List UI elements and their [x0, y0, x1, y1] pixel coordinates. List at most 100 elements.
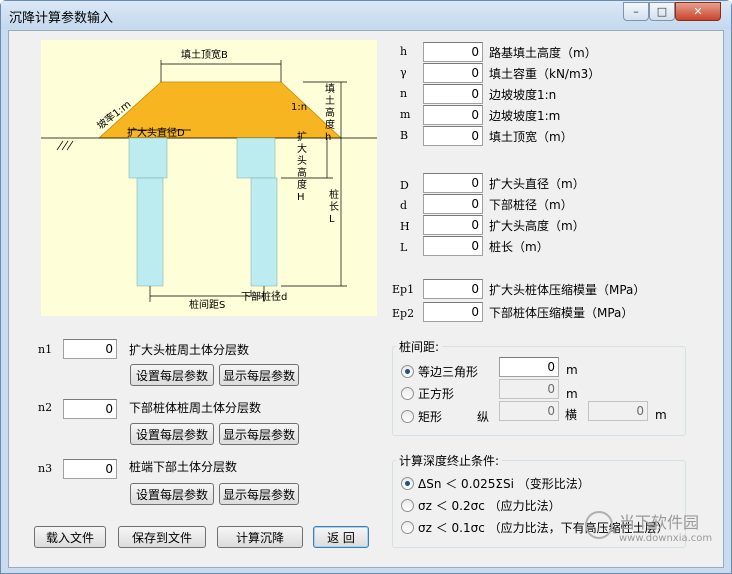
termination-deformation-label[interactable]: ΔSn ＜ 0.025ΣSi （变形比法）: [418, 475, 590, 492]
param-H-input[interactable]: 0: [423, 215, 483, 235]
minimize-button[interactable]: –: [623, 2, 649, 21]
termination-stress-02-label[interactable]: σz ＜ 0.2σc （应力比法）: [418, 497, 561, 514]
layer-n1-symbol: n1: [38, 343, 53, 356]
param-ep2-label: 下部桩体压缩模量（MPa）: [489, 306, 634, 320]
spacing-rect-radio[interactable]: [401, 410, 414, 423]
layer-n2-label: 下部桩体桩周土体分层数: [129, 401, 262, 415]
right-pile-shaft: [250, 177, 278, 287]
maximize-button[interactable]: □: [649, 2, 675, 21]
spacing-rect-lon-input[interactable]: 0: [499, 401, 559, 421]
save-file-button[interactable]: 保存到文件: [118, 526, 206, 548]
back-button[interactable]: 返 回: [313, 526, 369, 548]
layer-n3-show-button[interactable]: 显示每层参数: [219, 483, 299, 505]
dialog-body: 填土顶宽B 坡率1:m 1:n 扩大头直径D 桩间距S 下部桩径d 填土高度h …: [8, 30, 724, 568]
param-m-label: 边坡坡度1:m: [489, 109, 561, 123]
param-b-label: 填土顶宽（m）: [489, 130, 573, 144]
param-ep1-label: 扩大头桩体压缩模量（MPa）: [489, 283, 646, 297]
layer-n1-input[interactable]: 0: [63, 339, 117, 359]
label-head-height: 扩大头高度H: [297, 132, 307, 203]
watermark-logo-icon: [585, 511, 613, 539]
param-H-label: 扩大头高度（m）: [489, 219, 585, 233]
label-head-diameter: 扩大头直径D: [127, 126, 185, 139]
calculate-settlement-button[interactable]: 计算沉降: [217, 526, 303, 548]
label-pile-length: 桩长L: [329, 190, 339, 225]
spacing-rect-unit: m: [655, 408, 667, 422]
layer-n1-label: 扩大头桩周土体分层数: [129, 343, 250, 357]
spacing-square-unit: m: [566, 387, 578, 401]
embankment-diagram: 填土顶宽B 坡率1:m 1:n 扩大头直径D 桩间距S 下部桩径d 填土高度h …: [41, 40, 377, 316]
spacing-rect-lon-label: 纵: [477, 410, 490, 424]
param-d-input[interactable]: 0: [423, 194, 483, 214]
close-button[interactable]: ✕: [675, 2, 721, 21]
param-h-symbol: h: [400, 45, 408, 58]
layer-n2-symbol: n2: [38, 401, 53, 414]
spacing-rect-lat-label: 横: [565, 408, 578, 422]
param-L-symbol: L: [400, 241, 408, 254]
label-pile-diameter: 下部桩径d: [241, 290, 287, 303]
ground-hatch: [56, 140, 74, 151]
termination-stress-01-radio[interactable]: [401, 521, 414, 534]
watermark-brand: 当下软件园: [619, 513, 700, 532]
label-top-width: 填土顶宽B: [181, 48, 228, 61]
left-pile-head: [128, 137, 168, 179]
right-pile-head: [236, 137, 276, 179]
layer-n3-symbol: n3: [38, 462, 53, 475]
layer-n1-set-button[interactable]: 设置每层参数: [130, 364, 214, 386]
param-gamma-input[interactable]: 0: [423, 63, 483, 83]
param-D-symbol: D: [400, 179, 409, 192]
window-title: 沉降计算参数输入: [9, 11, 114, 26]
spacing-square-label[interactable]: 正方形: [418, 385, 454, 402]
layer-n3-label: 桩端下部土体分层数: [129, 460, 238, 474]
param-b-input[interactable]: 0: [423, 126, 483, 146]
layer-n1-show-button[interactable]: 显示每层参数: [219, 364, 299, 386]
spacing-triangle-radio[interactable]: [401, 365, 414, 378]
param-n-input[interactable]: 0: [423, 84, 483, 104]
label-slope-right: 1:n: [291, 102, 307, 113]
param-gamma-label: 填土容重（kN/m3）: [489, 67, 601, 81]
param-L-label: 桩长（m）: [489, 240, 549, 254]
layer-n2-set-button[interactable]: 设置每层参数: [130, 423, 214, 445]
layer-n3-input[interactable]: 0: [63, 459, 117, 479]
param-m-input[interactable]: 0: [423, 105, 483, 125]
embankment-diagram-svg: 填土顶宽B 坡率1:m 1:n 扩大头直径D 桩间距S 下部桩径d: [41, 48, 377, 311]
param-n-label: 边坡坡度1:n: [489, 88, 557, 102]
main-window: 沉降计算参数输入 – □ ✕ 填土顶宽B 坡率1:m 1:n 扩大头直径D 桩间…: [0, 0, 732, 574]
param-h-input[interactable]: 0: [423, 42, 483, 62]
watermark: 当下软件园 www.downxia.com: [585, 509, 714, 544]
termination-stress-02-radio[interactable]: [401, 499, 414, 512]
param-ep2-symbol: Ep2: [392, 307, 415, 320]
label-pile-spacing: 桩间距S: [189, 298, 225, 311]
layer-n3-set-button[interactable]: 设置每层参数: [130, 483, 214, 505]
termination-deformation-radio[interactable]: [401, 477, 414, 490]
label-fill-height: 填土高度h: [325, 84, 335, 143]
title-bar: 沉降计算参数输入 – □ ✕: [1, 1, 731, 29]
spacing-rect-lat-input[interactable]: 0: [588, 401, 648, 421]
spacing-triangle-input[interactable]: 0: [499, 357, 559, 377]
param-n-symbol: n: [400, 87, 408, 100]
param-ep1-symbol: Ep1: [392, 283, 415, 296]
spacing-triangle-unit: m: [566, 363, 578, 377]
spacing-square-input[interactable]: 0: [499, 379, 559, 399]
watermark-url: www.downxia.com: [619, 533, 713, 544]
param-gamma-symbol: γ: [400, 66, 407, 79]
param-m-symbol: m: [400, 108, 411, 121]
param-h-label: 路基填土高度（m）: [489, 46, 597, 60]
param-D-label: 扩大头直径（m）: [489, 177, 585, 191]
layer-n2-show-button[interactable]: 显示每层参数: [219, 423, 299, 445]
termination-title: 计算深度终止条件:: [396, 452, 503, 469]
param-ep2-input[interactable]: 0: [423, 302, 483, 322]
param-ep1-input[interactable]: 0: [423, 279, 483, 299]
param-L-input[interactable]: 0: [423, 236, 483, 256]
param-H-symbol: H: [400, 220, 410, 233]
load-file-button[interactable]: 载入文件: [34, 526, 106, 548]
spacing-triangle-label[interactable]: 等边三角形: [418, 363, 478, 380]
spacing-rect-label[interactable]: 矩形: [418, 408, 442, 425]
pile-spacing-title: 桩间距:: [396, 338, 443, 355]
param-D-input[interactable]: 0: [423, 173, 483, 193]
param-d-label: 下部桩径（m）: [489, 198, 573, 212]
param-d-symbol: d: [400, 199, 408, 212]
layer-n2-input[interactable]: 0: [63, 399, 117, 419]
param-b-symbol: B: [400, 129, 409, 142]
left-pile-shaft: [136, 177, 164, 287]
spacing-square-radio[interactable]: [401, 387, 414, 400]
